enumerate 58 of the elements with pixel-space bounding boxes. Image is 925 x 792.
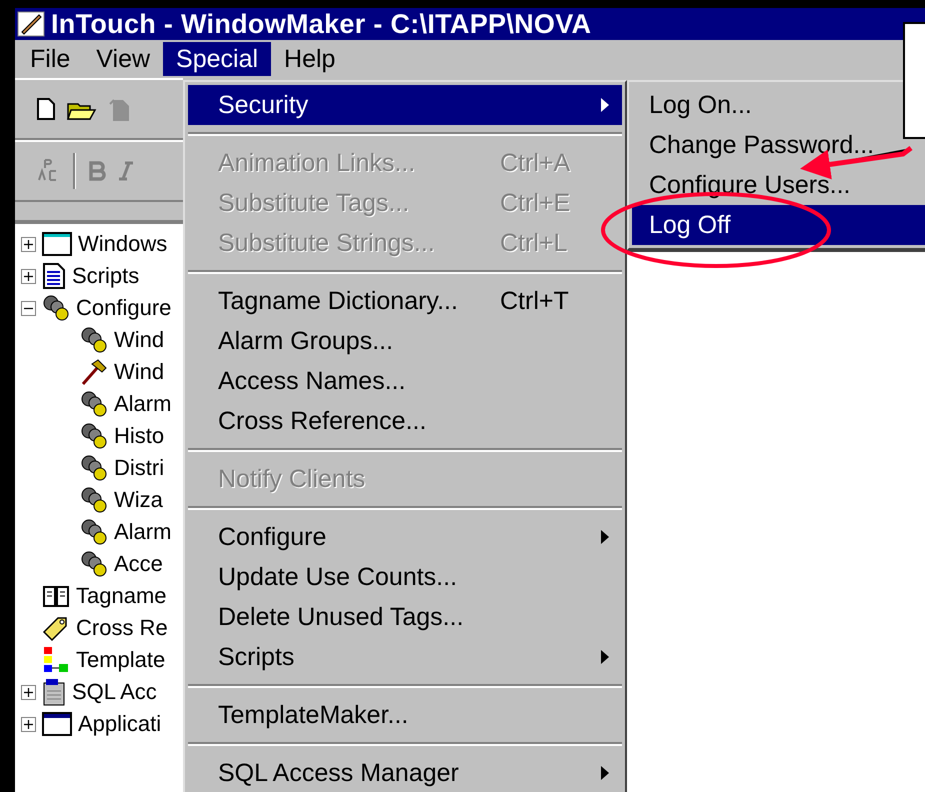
menu-title[interactable]: View [83,42,164,76]
tree-item[interactable]: Cross Re [76,615,168,641]
tree-item[interactable]: Configure [76,295,172,321]
hammer-icon [80,358,108,386]
menu-item[interactable]: Security [188,85,622,125]
gears-icon [80,551,108,577]
expand-icon[interactable] [21,684,36,700]
menu-item[interactable]: SQL Access Manager [188,753,622,792]
application-icon [42,712,72,736]
menu-item[interactable]: Change Password... [632,125,925,165]
tree-item[interactable]: Histo [114,423,164,449]
expand-icon[interactable] [21,268,36,284]
collapse-icon[interactable] [21,300,36,316]
tree-item[interactable]: Acce [114,551,163,577]
menu-item[interactable]: Log Off [632,205,925,245]
tree-item[interactable]: Wind [114,359,164,385]
menu-item[interactable]: Access Names... [188,361,622,401]
gears-icon [42,295,70,321]
menu-item[interactable]: Update Use Counts... [188,557,622,597]
tree-item[interactable]: Applicati [78,711,162,737]
menu-item[interactable]: Delete Unused Tags... [188,597,622,637]
tree-item[interactable]: Wind [114,327,164,353]
tree-item[interactable]: Template [76,647,166,673]
tree-item[interactable]: Windows [78,231,168,257]
window-icon [42,232,72,256]
menu-item[interactable]: Configure Users... [632,165,925,205]
tree-item[interactable]: Scripts [72,263,140,289]
gears-icon [80,423,108,449]
tree-item[interactable]: Alarm [114,519,172,545]
gears-icon [80,519,108,545]
pencil-icon [17,11,45,37]
tree-item[interactable]: Distri [114,455,164,481]
gears-icon [80,327,108,353]
gears-icon [80,391,108,417]
menu-item[interactable]: Cross Reference... [188,401,622,441]
book-icon [42,584,70,608]
expand-icon[interactable] [21,236,36,252]
tree-item[interactable]: Tagname [76,583,167,609]
menu-item[interactable]: Tagname Dictionary... Ctrl+T [188,281,622,321]
new-document-icon[interactable] [37,98,55,120]
menu-item[interactable]: Configure [188,517,622,557]
expand-icon[interactable] [21,716,36,732]
blocks-icon [42,646,70,674]
database-icon [42,678,66,706]
gears-icon [80,487,108,513]
tree-item[interactable]: Wiza [114,487,163,513]
menu-title[interactable]: Help [271,42,348,76]
tree-item[interactable]: SQL Acc [72,679,157,705]
menu-title[interactable]: Special [163,42,272,76]
menu-item[interactable]: Alarm Groups... [188,321,622,361]
menu-item[interactable]: Log On... [632,85,925,125]
window-title: InTouch - WindowMaker - C:\ITAPP\NOVA [51,8,592,40]
menu-item[interactable]: TemplateMaker... [188,695,622,735]
gears-icon [80,455,108,481]
document-icon [42,263,66,289]
menu-title[interactable]: File [17,42,84,76]
menu-item[interactable]: Scripts [188,637,622,677]
tree-item[interactable]: Alarm [114,391,172,417]
